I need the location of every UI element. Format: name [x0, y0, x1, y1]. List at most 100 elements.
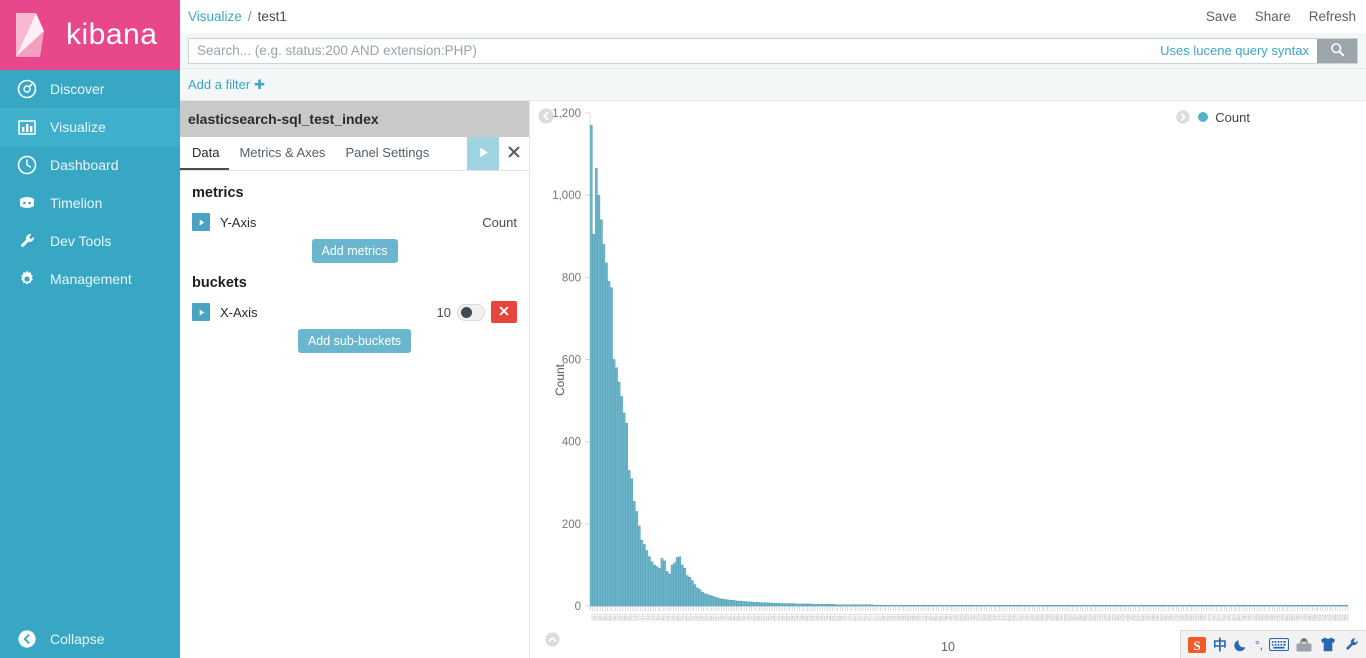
metric-row-value: Count [482, 214, 517, 230]
query-form: Uses lucene query syntax [188, 37, 1358, 64]
search-submit-button[interactable] [1317, 38, 1357, 63]
sidebar-item-label: Dashboard [50, 157, 119, 173]
svg-text:0: 0 [575, 601, 581, 613]
topbar: Visualize / test1 Save Share Refresh [180, 0, 1366, 33]
toggle-knob [461, 306, 472, 318]
breadcrumb-visualize-link[interactable]: Visualize [188, 9, 242, 24]
visualization-chart-pane: Count Count 0 200 400 600 800 1,000 1,200 1000 1… [530, 101, 1366, 658]
search-icon [1330, 42, 1345, 60]
save-button[interactable]: Save [1206, 9, 1237, 24]
gear-icon [14, 269, 40, 289]
svg-text:800: 800 [562, 272, 581, 284]
metric-row-right: Count [482, 215, 517, 230]
sidebar-item-label: Visualize [50, 119, 106, 135]
tab-panel-settings[interactable]: Panel Settings [335, 137, 439, 170]
visualization-body: elasticsearch-sql_test_index Data Metric… [180, 101, 1366, 658]
expand-chevron-right-icon[interactable] [192, 303, 210, 321]
timelion-icon [14, 193, 40, 213]
plus-icon: ✚ [254, 76, 266, 92]
bucket-row-label: X-Axis [220, 304, 258, 320]
tab-metrics-axes[interactable]: Metrics & Axes [229, 137, 335, 170]
bucket-enable-toggle[interactable] [457, 303, 485, 321]
metric-row-label: Y-Axis [220, 214, 257, 230]
main-region: Visualize / test1 Save Share Refresh Use… [180, 0, 1366, 658]
refresh-button[interactable]: Refresh [1309, 9, 1356, 24]
sidebar-item-management[interactable]: Management [0, 260, 180, 298]
discard-changes-button[interactable] [499, 137, 529, 170]
buckets-section-label: buckets [192, 275, 247, 291]
sidebar-item-timelion[interactable]: Timelion [0, 184, 180, 222]
sidebar-item-dashboard[interactable]: Dashboard [0, 146, 180, 184]
settings-wrench-icon[interactable] [1343, 636, 1360, 653]
breadcrumb-separator: / [247, 9, 252, 24]
lucene-syntax-hint[interactable]: Uses lucene query syntax [1152, 39, 1317, 63]
scroll-top-chevron-up-circle-icon[interactable] [544, 631, 561, 653]
sidebar-item-visualize[interactable]: Visualize [0, 108, 180, 146]
skin-shirt-icon[interactable] [1319, 636, 1337, 653]
breadcrumb: Visualize / test1 [188, 9, 287, 24]
bucket-row-right: 10 [437, 301, 517, 323]
tab-data[interactable]: Data [180, 137, 230, 170]
share-button[interactable]: Share [1255, 9, 1291, 24]
add-sub-buckets-wrap: Add sub-buckets [192, 329, 517, 353]
query-bar: Uses lucene query syntax [180, 33, 1366, 69]
editor-header: elasticsearch-sql_test_index [180, 101, 529, 137]
add-sub-buckets-button[interactable]: Add sub-buckets [297, 329, 412, 353]
svg-text:3093: 3093 [1346, 614, 1350, 621]
sidebar-item-label: Discover [50, 81, 105, 97]
sogou-logo-icon[interactable]: S [1187, 635, 1207, 655]
kibana-mark-icon [10, 11, 58, 59]
sidebar-collapse-button[interactable]: Collapse [0, 620, 180, 658]
apply-changes-button[interactable] [467, 137, 499, 170]
punctuation-icon[interactable]: °, [1255, 638, 1263, 652]
play-icon [477, 146, 490, 162]
sidebar-item-dev-tools[interactable]: Dev Tools [0, 222, 180, 260]
remove-bucket-button[interactable] [491, 301, 517, 323]
add-filter-button[interactable]: Add a filter ✚ [188, 77, 265, 93]
breadcrumb-current: test1 [257, 9, 287, 24]
search-input[interactable] [189, 38, 1153, 63]
svg-text:1,200: 1,200 [552, 108, 581, 120]
barchart-icon [14, 117, 40, 137]
editor-content: metrics Y-Axis Count Add metrics buckets [180, 171, 529, 365]
bucket-row-value: 10 [436, 304, 451, 320]
close-icon [499, 305, 509, 319]
chinese-mode-icon[interactable]: 中 [1213, 635, 1227, 655]
index-pattern-title: elasticsearch-sql_test_index [188, 111, 379, 127]
editor-tab-spacer [439, 137, 467, 170]
plot-host: Count 0 200 400 600 800 1,000 1,200 1000 1007 101… [530, 101, 1366, 658]
svg-text:400: 400 [562, 437, 581, 449]
svg-text:1,000: 1,000 [552, 190, 581, 202]
svg-text:600: 600 [562, 355, 581, 367]
soft-keyboard-icon[interactable] [1269, 637, 1289, 652]
metrics-section-label: metrics [192, 185, 244, 201]
ime-toolbar: S 中 °, [1179, 630, 1366, 658]
chevron-left-circle-icon [14, 629, 40, 649]
svg-text:200: 200 [562, 519, 581, 531]
add-metrics-wrap: Add metrics [192, 239, 517, 263]
add-filter-label: Add a filter [188, 77, 251, 92]
svg-text:S: S [1193, 638, 1200, 653]
sidebar-collapse-label: Collapse [50, 631, 105, 647]
sidebar-item-discover[interactable]: Discover [0, 70, 180, 108]
toolbox-icon[interactable] [1295, 637, 1313, 653]
vis-editor-panel: elasticsearch-sql_test_index Data Metric… [180, 101, 530, 658]
topbar-actions: Save Share Refresh [1206, 9, 1356, 24]
metric-row-y-axis[interactable]: Y-Axis Count [192, 209, 517, 235]
filter-bar: Add a filter ✚ [180, 69, 1366, 101]
kibana-logo[interactable]: kibana [0, 0, 180, 70]
bucket-row-x-axis[interactable]: X-Axis 10 [192, 299, 517, 325]
clock-icon [14, 155, 40, 175]
sidebar-item-label: Management [50, 271, 132, 287]
kibana-wordmark: kibana [66, 18, 158, 51]
sidebar-item-label: Timelion [50, 195, 103, 211]
kibana-app: kibana Discover Visualize Dashboard Time… [0, 0, 1366, 658]
add-metrics-button[interactable]: Add metrics [311, 239, 398, 263]
close-icon [508, 145, 520, 162]
sidebar-item-label: Dev Tools [50, 233, 112, 249]
global-nav-sidebar: kibana Discover Visualize Dashboard Time… [0, 0, 180, 658]
histogram-svg[interactable]: 02004006008001,0001,20010001007101410211… [530, 101, 1366, 658]
expand-chevron-right-icon[interactable] [192, 213, 210, 231]
moon-icon[interactable] [1233, 637, 1249, 653]
